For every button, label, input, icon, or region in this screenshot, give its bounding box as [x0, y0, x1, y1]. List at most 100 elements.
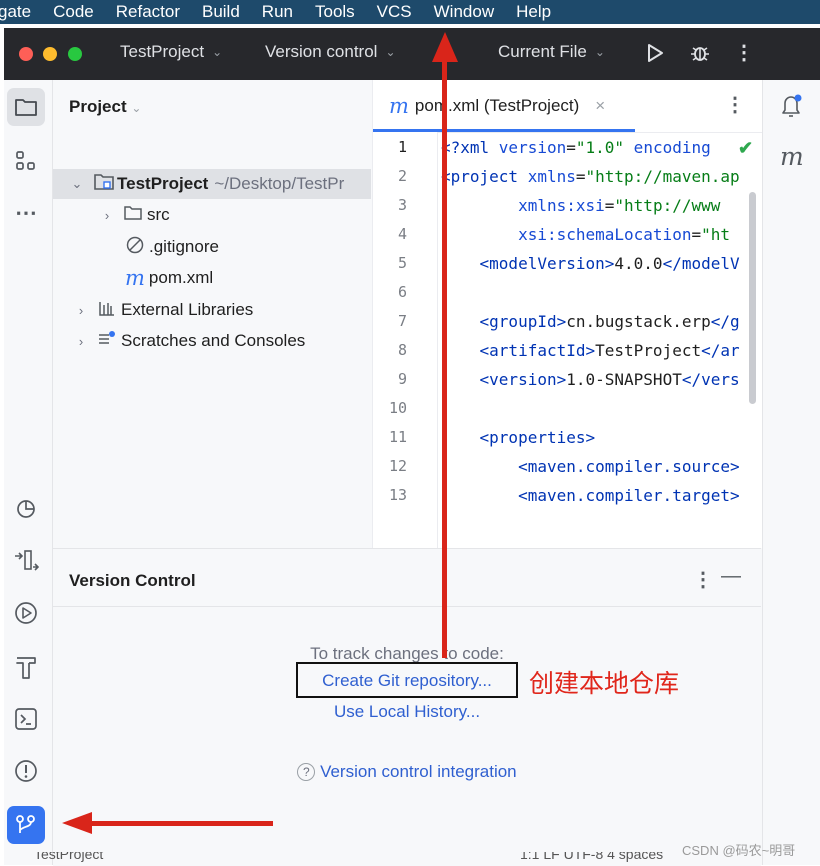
- scratches-icon: [97, 330, 117, 353]
- more-tools-icon[interactable]: ⋯: [7, 194, 45, 232]
- tab-more-icon[interactable]: ⋮: [725, 92, 745, 117]
- menu-run[interactable]: Run: [251, 2, 304, 22]
- line-number: 5: [397, 254, 407, 272]
- ide-window: TestProject ⌄ Version control ⌄ Current …: [4, 28, 820, 866]
- services-tool-button[interactable]: [7, 648, 45, 686]
- menu-tools[interactable]: Tools: [304, 2, 366, 22]
- run-tool-button[interactable]: [7, 594, 45, 632]
- status-right: 1:1 LF UTF-8 4 spaces: [520, 852, 664, 862]
- check-icon: ✔: [736, 138, 756, 159]
- structure-icon: [16, 151, 35, 170]
- structure-tool-button[interactable]: [7, 142, 45, 180]
- minimize-panel-icon[interactable]: —: [721, 565, 741, 588]
- menu-refactor[interactable]: Refactor: [105, 2, 191, 22]
- close-window-button[interactable]: [19, 47, 33, 61]
- library-icon: [97, 299, 117, 322]
- code-line: <artifactId>TestProject</ar: [441, 341, 740, 360]
- project-panel-header[interactable]: Project ⌄: [69, 97, 141, 117]
- ignored-file-icon: [125, 235, 145, 260]
- tree-path: ~/Desktop/TestPr: [214, 174, 345, 193]
- zoom-window-button[interactable]: [68, 47, 82, 61]
- line-number: 12: [388, 457, 407, 475]
- tree-item-pom[interactable]: m pom.xml: [125, 263, 213, 293]
- build-tool-button[interactable]: [7, 542, 45, 580]
- run-config-selector[interactable]: Current File ⌄: [498, 42, 605, 62]
- terminal-tool-button[interactable]: [7, 700, 45, 738]
- use-local-history-link[interactable]: Use Local History...: [53, 702, 761, 722]
- tree-item-src[interactable]: › src: [99, 200, 170, 230]
- menu-vcs[interactable]: VCS: [366, 2, 423, 22]
- tab-pom-xml[interactable]: m pom.xml (TestProject) ×: [389, 94, 605, 118]
- close-tab-icon[interactable]: ×: [595, 96, 605, 116]
- menu-code[interactable]: Code: [42, 2, 105, 22]
- vc-integration-row: ? Version control integration: [53, 762, 761, 782]
- project-tool-button[interactable]: [7, 88, 45, 126]
- arrowhead-up-icon: [432, 32, 458, 62]
- debug-icon[interactable]: [688, 41, 712, 70]
- editor-tab-bar: m pom.xml (TestProject) × ⋮: [373, 80, 762, 133]
- project-name: TestProject: [120, 42, 205, 61]
- collapse-arrow-icon[interactable]: ⌄: [69, 176, 85, 192]
- expand-arrow-icon[interactable]: ›: [73, 334, 89, 349]
- profiler-tool-button[interactable]: [7, 490, 45, 528]
- run-icon[interactable]: [644, 41, 666, 70]
- left-tool-strip: ⋯: [4, 80, 53, 865]
- folder-icon: [123, 204, 143, 227]
- menu-help[interactable]: Help: [505, 2, 562, 22]
- line-number: 4: [397, 225, 407, 243]
- minimize-window-button[interactable]: [43, 47, 57, 61]
- problems-tool-button[interactable]: [7, 752, 45, 790]
- line-number: 2: [397, 167, 407, 185]
- chevron-down-icon: ⌄: [385, 45, 396, 59]
- line-number: 7: [397, 312, 407, 330]
- code-line: <version>1.0-SNAPSHOT</vers: [441, 370, 740, 389]
- tree-item-gitignore[interactable]: .gitignore: [125, 232, 219, 262]
- line-number: 8: [397, 341, 407, 359]
- menu-navigate[interactable]: gate: [0, 2, 42, 22]
- line-number: 10: [388, 399, 407, 417]
- folder-module-icon: [93, 172, 115, 197]
- line-number: 6: [397, 283, 407, 301]
- annotation-arrow-left: [62, 812, 273, 834]
- code-line: <project xmlns="http://maven.ap: [441, 167, 740, 186]
- tree-item-external-libraries[interactable]: › External Libraries: [73, 295, 253, 325]
- version-control-title: Version Control: [69, 571, 196, 590]
- tree-label: External Libraries: [121, 300, 254, 319]
- panel-options-icon[interactable]: ⋮: [693, 567, 713, 592]
- status-bar: TestProject 1:1 LF UTF-8 4 spaces: [0, 852, 820, 865]
- version-control-integration-link[interactable]: Version control integration: [320, 762, 517, 781]
- code-editor[interactable]: <?xml version="1.0" encoding <project xm…: [437, 132, 762, 548]
- tree-label: TestProject: [117, 174, 209, 193]
- menu-window[interactable]: Window: [423, 2, 505, 22]
- tree-label: src: [147, 205, 170, 224]
- line-number: 3: [397, 196, 407, 214]
- line-number: 11: [388, 428, 407, 446]
- profiler-icon: [17, 500, 35, 518]
- version-control-tool-button[interactable]: [7, 806, 45, 844]
- editor-scrollbar[interactable]: [749, 192, 756, 404]
- maven-icon: m: [125, 266, 145, 290]
- tree-label: .gitignore: [149, 237, 219, 256]
- expand-arrow-icon[interactable]: ›: [73, 303, 89, 318]
- tree-item-testproject[interactable]: ⌄ TestProject ~/Desktop/TestPr: [53, 169, 371, 199]
- warning-circle-icon: [15, 760, 37, 782]
- right-tool-strip: m: [762, 80, 820, 865]
- line-number: 9: [397, 370, 407, 388]
- more-actions-icon[interactable]: ⋮: [734, 40, 754, 65]
- vc-hint: To track changes to code:: [310, 644, 504, 663]
- build-icon: [15, 550, 39, 571]
- code-line: <properties>: [441, 428, 596, 447]
- code-line: <modelVersion>4.0.0</modelV: [441, 254, 740, 273]
- code-line: xsi:schemaLocation="ht: [518, 225, 730, 244]
- maven-tool-icon[interactable]: m: [780, 142, 804, 171]
- expand-arrow-icon[interactable]: ›: [99, 208, 115, 223]
- notifications-icon[interactable]: [779, 92, 805, 125]
- menu-build[interactable]: Build: [191, 2, 251, 22]
- line-number: 1: [397, 138, 407, 156]
- mac-menu-bar: gate Code Refactor Build Run Tools VCS W…: [0, 0, 820, 24]
- chevron-down-icon: ⌄: [131, 101, 142, 115]
- version-control-widget[interactable]: Version control ⌄: [265, 42, 396, 62]
- chevron-down-icon: ⌄: [594, 45, 605, 59]
- tree-item-scratches[interactable]: › Scratches and Consoles: [73, 326, 305, 356]
- project-switcher[interactable]: TestProject ⌄: [120, 42, 222, 62]
